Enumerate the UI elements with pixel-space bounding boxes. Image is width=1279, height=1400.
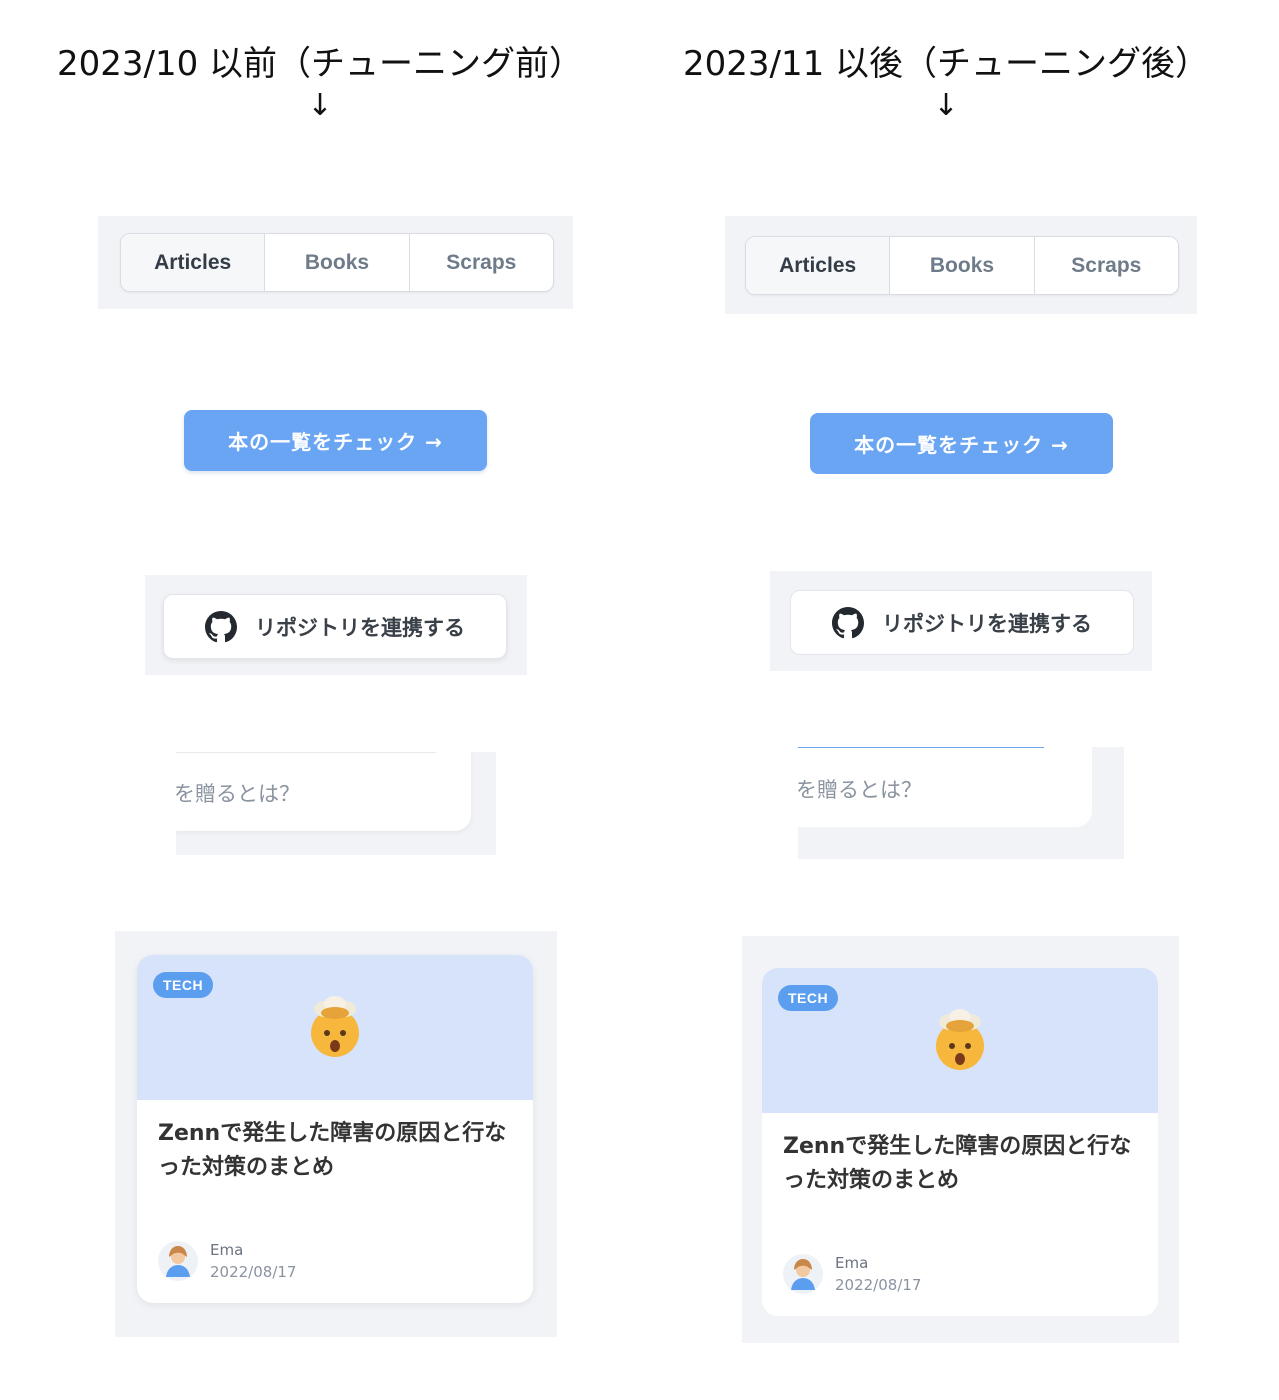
connect-repository-label: リポジトリを連携する (255, 615, 465, 640)
card-snippet-panel: を贈るとは？ (176, 752, 496, 855)
author-name: Ema (835, 1254, 869, 1272)
down-arrow-icon: ↓ (307, 88, 333, 123)
tab-books[interactable]: Books (889, 237, 1034, 294)
snippet-text: を贈るとは？ (798, 778, 922, 802)
down-arrow-icon: ↓ (933, 88, 959, 123)
tab-scraps[interactable]: Scraps (1033, 237, 1178, 294)
tech-tag[interactable]: TECH (778, 985, 839, 1011)
tech-tag[interactable]: TECH (153, 972, 214, 998)
card-snippet: を贈るとは？ (798, 747, 1092, 827)
book-list-button[interactable]: 本の一覧をチェック → (810, 413, 1113, 474)
before-heading: 2023/10 以前（チューニング前） (56, 44, 584, 84)
avatar (783, 1254, 823, 1294)
tabs-panel: Articles Books Scraps (98, 216, 573, 309)
avatar (158, 1241, 198, 1281)
connect-repository-button[interactable]: リポジトリを連携する (790, 590, 1134, 655)
github-icon (832, 606, 864, 638)
article-card-panel: TECH Zennで発生した障害の原因と行なった対策のまとめ Ema 2022/… (742, 936, 1179, 1343)
publish-date: 2022/08/17 (835, 1276, 922, 1294)
card-title[interactable]: Zennで発生した障害の原因と行なった対策のまとめ (783, 1130, 1133, 1198)
card-author[interactable]: Ema 2022/08/17 (783, 1252, 921, 1296)
after-heading: 2023/11 以後（チューニング後） (682, 44, 1210, 84)
article-card[interactable]: TECH Zennで発生した障害の原因と行なった対策のまとめ Ema 2022/… (137, 955, 533, 1303)
card-snippet: を贈るとは？ (176, 752, 471, 831)
before-column: 2023/10 以前（チューニング前） ↓ Articles Books Scr… (0, 0, 640, 1400)
article-card-panel: TECH Zennで発生した障害の原因と行なった対策のまとめ Ema 2022/… (115, 931, 557, 1337)
after-column: 2023/11 以後（チューニング後） ↓ Articles Books Scr… (626, 0, 1266, 1400)
connect-repository-label: リポジトリを連携する (882, 611, 1092, 636)
tab-bar: Articles Books Scraps (745, 236, 1179, 295)
card-title[interactable]: Zennで発生した障害の原因と行なった対策のまとめ (158, 1117, 508, 1185)
card-author[interactable]: Ema 2022/08/17 (158, 1239, 296, 1283)
exploding-head-icon (301, 993, 369, 1061)
book-list-button[interactable]: 本の一覧をチェック → (184, 410, 487, 471)
snippet-text: を贈るとは？ (176, 782, 300, 806)
article-card[interactable]: TECH Zennで発生した障害の原因と行なった対策のまとめ Ema 2022/… (762, 968, 1158, 1316)
author-name: Ema (210, 1241, 244, 1259)
publish-date: 2022/08/17 (210, 1263, 297, 1281)
tab-bar: Articles Books Scraps (120, 233, 554, 292)
github-panel: リポジトリを連携する (145, 575, 527, 675)
github-icon (205, 610, 237, 642)
exploding-head-icon (926, 1006, 994, 1074)
card-header: TECH (137, 955, 533, 1100)
tab-articles[interactable]: Articles (746, 237, 890, 294)
tab-books[interactable]: Books (264, 234, 409, 291)
connect-repository-button[interactable]: リポジトリを連携する (163, 594, 507, 659)
tabs-panel: Articles Books Scraps (725, 216, 1197, 314)
github-panel: リポジトリを連携する (770, 571, 1152, 671)
card-header: TECH (762, 968, 1158, 1113)
tab-scraps[interactable]: Scraps (408, 234, 553, 291)
card-snippet-panel: を贈るとは？ (798, 747, 1124, 859)
tab-articles[interactable]: Articles (121, 234, 265, 291)
